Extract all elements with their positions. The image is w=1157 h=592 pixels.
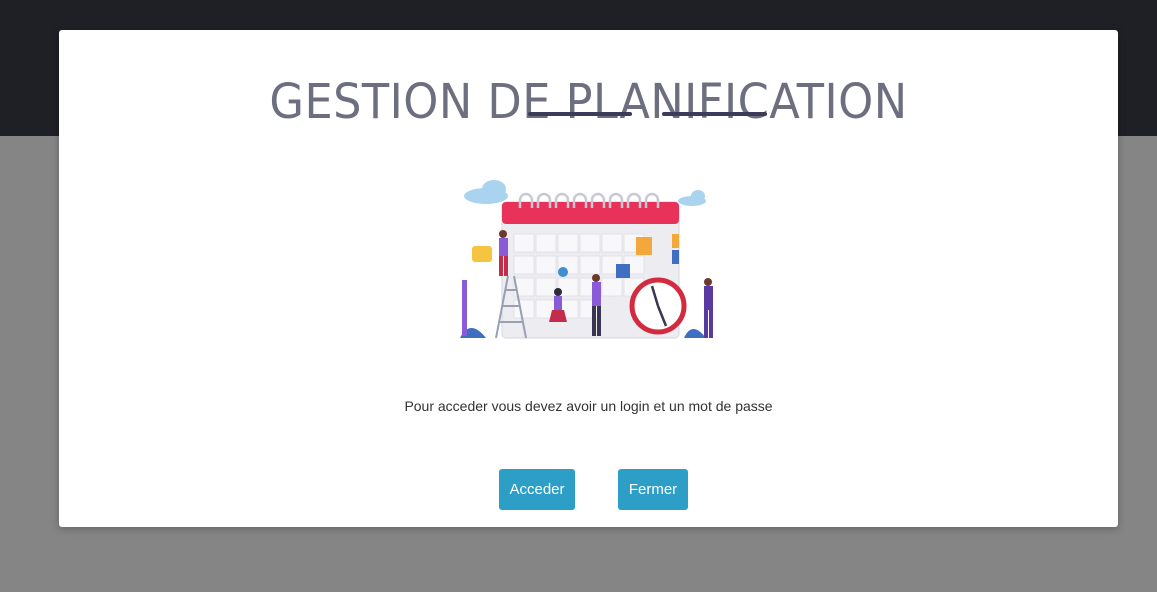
page: GESTION DE PLANIFICATION Pour acceder vo… [0,0,1157,592]
login-required-message: Pour acceder vous devez avoir un login e… [404,398,773,414]
modal-title: GESTION DE PLANIFICATION [269,74,908,130]
planning-modal: GESTION DE PLANIFICATION Pour acceder vo… [59,30,1118,527]
title-underline-right [662,112,767,116]
fermer-button[interactable]: Fermer [618,469,688,510]
calendar-planning-illustration-icon [460,180,713,339]
acceder-button[interactable]: Acceder [499,469,575,510]
title-underline-left [528,112,632,116]
